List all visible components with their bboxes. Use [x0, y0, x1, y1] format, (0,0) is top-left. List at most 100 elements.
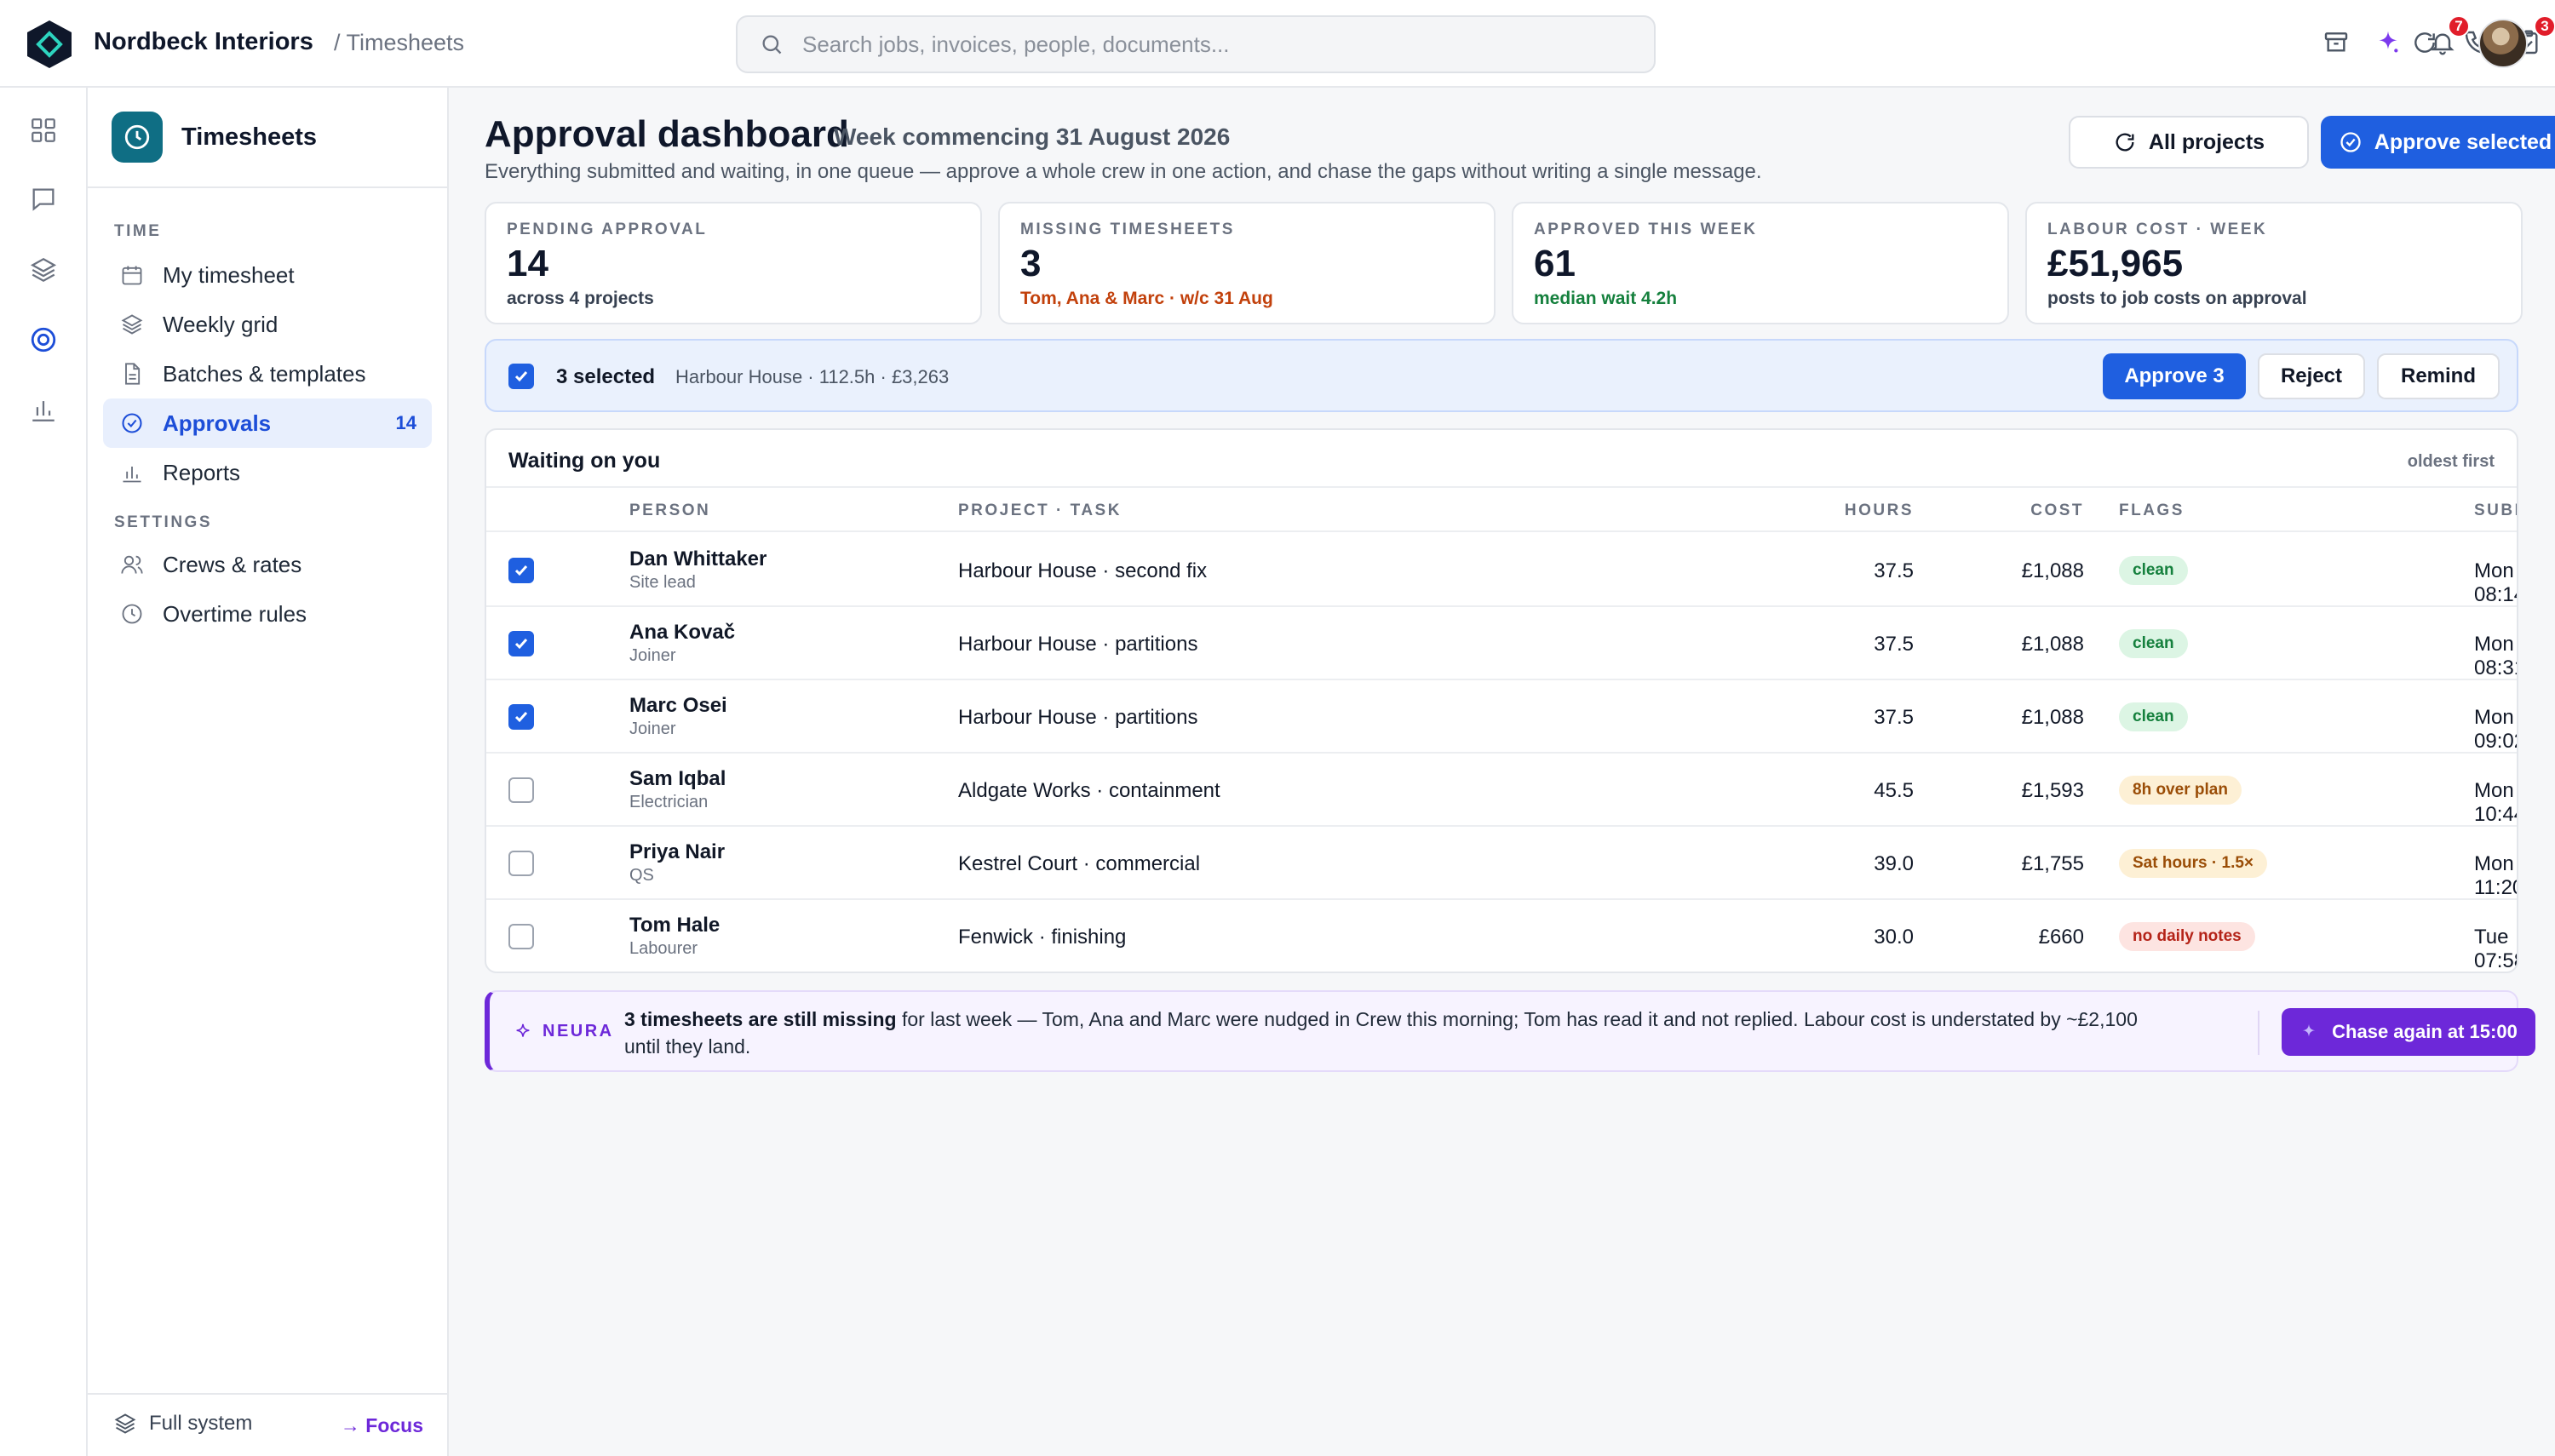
- col-cost[interactable]: COST: [1849, 502, 2084, 520]
- col-flags[interactable]: FLAGS: [2119, 502, 2185, 520]
- sidebar-item-approvals[interactable]: Approvals 14: [103, 398, 432, 448]
- approve-3-button[interactable]: Approve 3: [2103, 353, 2246, 399]
- sidebar-item-my-timesheet[interactable]: My timesheet: [103, 250, 432, 300]
- stat-value: 3: [1020, 243, 1042, 284]
- all-projects-button[interactable]: All projects: [2069, 116, 2309, 169]
- col-person[interactable]: PERSON: [629, 502, 710, 520]
- brand-logo-icon[interactable]: [26, 19, 73, 70]
- submitted-time: Tue 07:58: [2474, 926, 2517, 972]
- person-role: Site lead: [629, 573, 696, 592]
- sparkle-icon: [2302, 1023, 2316, 1037]
- sparkle-ai-icon[interactable]: [2371, 26, 2405, 60]
- submitted-time: Mon 10:44: [2474, 779, 2517, 826]
- sidebar-item-weekly-grid[interactable]: Weekly grid: [103, 300, 432, 349]
- rail-layers-icon[interactable]: [26, 253, 60, 287]
- search-box[interactable]: [736, 15, 1656, 73]
- chase-again-label: Chase again at 15:00: [2332, 1021, 2518, 1042]
- check-circle-icon: [122, 413, 142, 433]
- archive-icon[interactable]: [2319, 26, 2353, 60]
- remind-button[interactable]: Remind: [2377, 353, 2500, 399]
- row-checkbox[interactable]: [508, 558, 534, 583]
- rail-timesheets-icon[interactable]: [26, 323, 60, 357]
- table-row[interactable]: Marc Osei Joiner Harbour House · partition…: [486, 680, 2517, 754]
- rail-chart-icon[interactable]: [26, 393, 60, 427]
- col-submitted[interactable]: SUBMITTED: [2474, 502, 2517, 520]
- sidebar: Timesheets TIME My timesheet Weekly grid…: [88, 88, 449, 1456]
- page-subtitle: Everything submitted and waiting, in one…: [485, 160, 1762, 183]
- hours-value: 37.5: [1874, 706, 1914, 729]
- flag-badge: clean: [2119, 556, 2188, 585]
- divider: [2258, 1011, 2259, 1055]
- search-input[interactable]: [802, 31, 1620, 58]
- row-checkbox[interactable]: [508, 777, 534, 803]
- stat-pending-approval: PENDING APPROVAL 14 across 4 projects: [485, 202, 982, 324]
- neura-message: 3 timesheets are still missing for last …: [624, 1006, 2157, 1060]
- stat-missing-timesheets: MISSING TIMESHEETS 3 Tom, Ana & Marc · w…: [998, 202, 1496, 324]
- stat-note: posts to job costs on approval: [2047, 289, 2307, 308]
- sidebar-item-reports[interactable]: Reports: [103, 448, 432, 497]
- sort-toggle[interactable]: oldest first: [2408, 452, 2495, 472]
- document-icon: [125, 363, 141, 385]
- project-task: Harbour House · second fix: [958, 559, 1208, 582]
- selection-bar: 3 selected Harbour House · 112.5h · £3,2…: [485, 339, 2518, 412]
- row-checkbox[interactable]: [508, 924, 534, 949]
- section-settings-label: SETTINGS: [114, 513, 213, 531]
- table-row[interactable]: Ana Kovač Joiner Harbour House · partition…: [486, 607, 2517, 680]
- col-project[interactable]: PROJECT · TASK: [958, 502, 1122, 520]
- flag-badge: clean: [2119, 629, 2188, 658]
- stat-value: 61: [1534, 243, 1576, 284]
- rail-chat-icon[interactable]: [26, 182, 60, 216]
- hours-value: 37.5: [1874, 559, 1914, 582]
- sidebar-item-label: Approvals: [163, 410, 272, 436]
- reject-button[interactable]: Reject: [2258, 353, 2365, 399]
- stat-label: LABOUR COST · WEEK: [2047, 221, 2268, 238]
- clock-icon: [112, 112, 163, 163]
- breadcrumb[interactable]: / Timesheets: [334, 30, 464, 56]
- sparkle-icon: [516, 1023, 530, 1037]
- table-row[interactable]: Priya Nair QS Kestrel Court · commercial 39…: [486, 827, 2517, 900]
- chase-again-button[interactable]: Chase again at 15:00: [2282, 1008, 2535, 1056]
- person-role: Labourer: [629, 939, 698, 958]
- row-checkbox[interactable]: [508, 631, 534, 656]
- person-role: Electrician: [629, 793, 709, 811]
- table-row[interactable]: Sam Iqbal Electrician Aldgate Works · cont…: [486, 754, 2517, 827]
- stat-label: MISSING TIMESHEETS: [1020, 221, 1235, 238]
- stat-note: Tom, Ana & Marc · w/c 31 Aug: [1020, 289, 1273, 308]
- cost-value: £1,088: [2021, 633, 2084, 656]
- sidebar-item-batches[interactable]: Batches & templates: [103, 349, 432, 398]
- approve-selected-button[interactable]: Approve selected: [2321, 116, 2555, 169]
- select-all-checkbox[interactable]: [508, 364, 534, 389]
- layers-icon: [114, 1413, 136, 1434]
- sidebar-footer: Full system → Focus: [88, 1393, 447, 1456]
- hours-value: 37.5: [1874, 633, 1914, 656]
- full-system-link[interactable]: Full system: [113, 1412, 252, 1436]
- sidebar-item-crews-rates[interactable]: Crews & rates: [103, 540, 432, 589]
- table-title: Waiting on you: [508, 449, 661, 473]
- sidebar-item-label: Weekly grid: [163, 311, 278, 337]
- notifications-badge: 7: [2448, 15, 2470, 37]
- row-checkbox[interactable]: [508, 704, 534, 730]
- bell-icon[interactable]: 7: [2426, 15, 2470, 60]
- check-circle-icon: [2340, 132, 2361, 152]
- focus-link[interactable]: → Focus: [341, 1414, 423, 1437]
- project-task: Kestrel Court · commercial: [958, 852, 1201, 875]
- table-row[interactable]: Dan Whittaker Site lead Harbour House · se…: [486, 534, 2517, 607]
- cost-value: £660: [2038, 926, 2084, 949]
- tasks-badge: 3: [2534, 15, 2555, 37]
- sidebar-item-label: Crews & rates: [163, 551, 302, 577]
- row-checkbox[interactable]: [508, 851, 534, 876]
- sidebar-item-overtime-rules[interactable]: Overtime rules: [103, 589, 432, 639]
- stat-note: median wait 4.2h: [1534, 289, 1678, 308]
- user-avatar[interactable]: [2478, 19, 2528, 68]
- sidebar-item-label: My timesheet: [163, 261, 295, 288]
- calendar-icon: [122, 266, 142, 285]
- flag-badge: 8h over plan: [2119, 776, 2242, 805]
- table-row[interactable]: Tom Hale Labourer Fenwick · finishing 30.0 £…: [486, 900, 2517, 972]
- stat-note: across 4 projects: [507, 289, 654, 308]
- submitted-time: Mon 11:20: [2474, 852, 2517, 899]
- users-icon: [121, 555, 143, 574]
- brand-name[interactable]: Nordbeck Interiors: [94, 28, 313, 56]
- rail-grid-icon[interactable]: [26, 113, 60, 147]
- all-projects-label: All projects: [2148, 129, 2265, 154]
- page-title: Approval dashboard: [485, 113, 849, 155]
